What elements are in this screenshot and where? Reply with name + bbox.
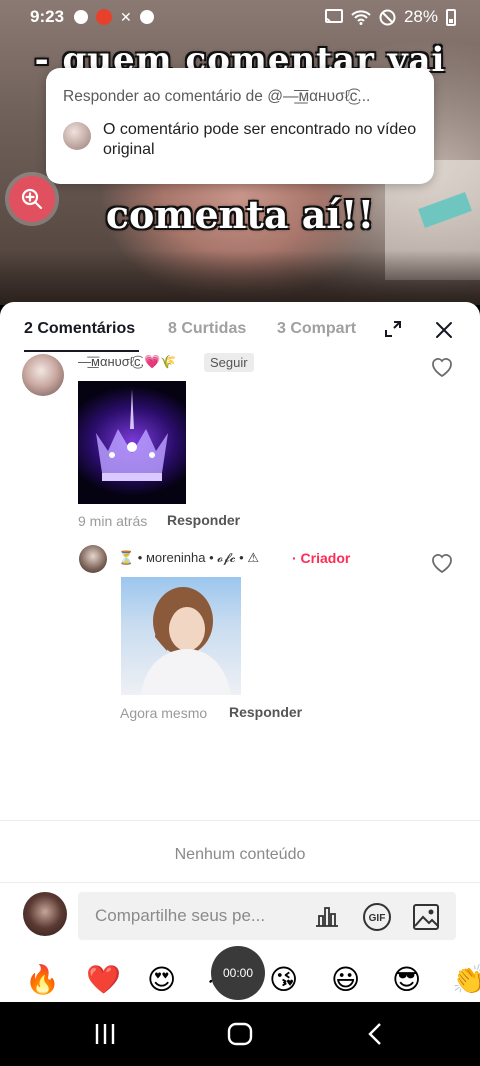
tab-comments[interactable]: 2 Comentários — [24, 320, 135, 338]
comment-username[interactable]: ⏳ • мoreninha • 𝓸𝓯𝓬 • ⚠ — [118, 550, 259, 566]
emoji-button[interactable]: ❤️ — [86, 964, 121, 996]
heart-icon[interactable] — [430, 552, 454, 574]
status-time: 9:23 — [30, 7, 65, 26]
missed-call-icon: ✕ — [120, 8, 132, 25]
video-bottom-shade — [0, 250, 480, 305]
home-icon[interactable] — [227, 1022, 253, 1046]
portrait-picture — [141, 587, 231, 695]
recording-icon — [96, 9, 113, 25]
chat-icon — [139, 10, 154, 24]
reply-context-card: Responder ao comentário de @—͟͞мαнυσℓ͜͡ᴄ… — [46, 68, 434, 184]
snapchat-icon — [74, 10, 89, 24]
comment-timestamp: Agora mesmo — [120, 705, 208, 721]
reply-button[interactable]: Responder — [229, 704, 302, 720]
svg-text:GIF: GIF — [369, 913, 386, 924]
comments-sheet: 2 Comentários 8 Curtidas 3 Compart —͟͞мα… — [0, 302, 480, 1002]
gif-icon[interactable]: GIF — [362, 902, 392, 932]
avatar[interactable] — [79, 545, 107, 573]
emoji-button[interactable]: 😎 — [392, 964, 421, 996]
avatar — [63, 122, 91, 150]
comment-input-placeholder: Compartilhe seus pe... — [95, 906, 266, 925]
chart-icon[interactable] — [314, 904, 340, 928]
notification-icons: ✕ — [74, 9, 154, 26]
video-caption-bottom: comenta aí!! — [105, 192, 375, 237]
status-bar: 9:23 ✕ 28% — [0, 0, 480, 34]
navigation-bar — [0, 1002, 480, 1066]
comment-image[interactable] — [78, 381, 186, 504]
tab-likes[interactable]: 8 Curtidas — [168, 320, 246, 338]
recent-apps-icon[interactable] — [93, 1022, 117, 1046]
avatar — [23, 892, 67, 936]
emoji-button[interactable]: 😃 — [331, 964, 360, 996]
emoji-button[interactable]: 😘 — [269, 964, 298, 996]
comment-image[interactable] — [121, 577, 241, 695]
divider — [0, 882, 480, 883]
expand-icon[interactable] — [384, 320, 402, 338]
close-icon[interactable] — [434, 320, 454, 340]
image-icon[interactable] — [412, 903, 440, 931]
recording-timer: 00:00 — [211, 946, 265, 1000]
tab-shares[interactable]: 3 Compart — [277, 320, 356, 338]
reply-card-message: O comentário pode ser encontrado no víde… — [103, 121, 417, 158]
active-tab-indicator — [24, 350, 139, 352]
wifi-icon — [351, 10, 371, 25]
cast-icon — [324, 9, 343, 24]
battery-percent: 28% — [403, 7, 438, 26]
system-icons: 28% — [324, 7, 456, 27]
emoji-button[interactable]: 🔥 — [25, 964, 60, 996]
creator-badge: · Criador — [292, 550, 351, 566]
do-not-disturb-icon — [379, 9, 396, 25]
reply-button[interactable]: Responder — [167, 512, 240, 528]
emoji-button[interactable]: 👏 — [452, 964, 480, 996]
back-icon[interactable] — [365, 1022, 385, 1046]
crown-picture — [96, 389, 168, 481]
zoom-button[interactable] — [9, 176, 55, 222]
reply-card-title: Responder ao comentário de @—͟͞мαнυσℓ͜͡ᴄ… — [63, 88, 371, 105]
battery-icon — [446, 8, 456, 26]
comment-timestamp: 9 min atrás — [78, 513, 148, 529]
tab-bar: 2 Comentários 8 Curtidas 3 Compart — [0, 302, 480, 352]
divider — [0, 820, 480, 821]
comment-username[interactable]: —͟͞мαнυσℓ͜͡ᴄ.💗🌾 — [78, 354, 176, 370]
heart-icon[interactable] — [430, 356, 454, 378]
zoom-in-icon — [21, 188, 43, 210]
comment-input[interactable]: Compartilhe seus pe... GIF — [78, 892, 456, 940]
empty-state-text: Nenhum conteúdo — [174, 846, 306, 863]
avatar[interactable] — [22, 354, 64, 396]
follow-button[interactable]: Seguir — [204, 353, 254, 372]
emoji-button[interactable]: 😍 — [147, 964, 176, 996]
